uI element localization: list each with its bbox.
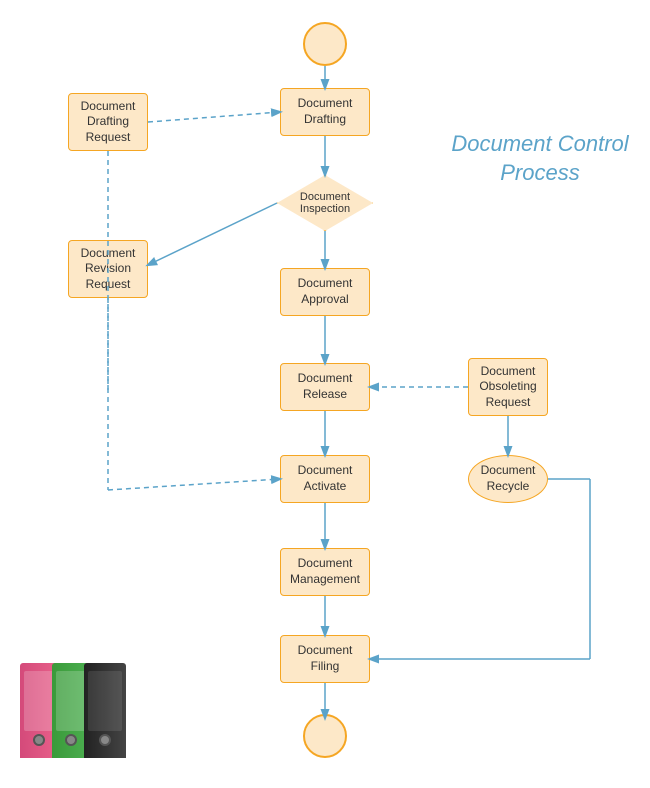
document-filing-box: Document Filing	[280, 635, 370, 683]
binder-black	[84, 663, 126, 758]
end-circle	[303, 714, 347, 758]
document-revision-request-box: Document Revision Request	[68, 240, 148, 298]
document-inspection-wrapper: Document Inspection	[277, 175, 373, 231]
diagram-container: Document Control Process Document Drafti…	[0, 0, 650, 788]
document-drafting-box: Document Drafting	[280, 88, 370, 136]
binders-illustration	[20, 648, 150, 758]
document-inspection-box: Document Inspection	[277, 175, 373, 231]
start-circle	[303, 22, 347, 66]
document-approval-box: Document Approval	[280, 268, 370, 316]
document-management-box: Document Management	[280, 548, 370, 596]
document-activate-box: Document Activate	[280, 455, 370, 503]
document-recycle-box: Document Recycle	[468, 455, 548, 503]
page-title: Document Control Process	[430, 130, 650, 187]
document-release-box: Document Release	[280, 363, 370, 411]
document-obsoleting-request-box: Document Obsoleting Request	[468, 358, 548, 416]
document-drafting-request-box: Document Drafting Request	[68, 93, 148, 151]
